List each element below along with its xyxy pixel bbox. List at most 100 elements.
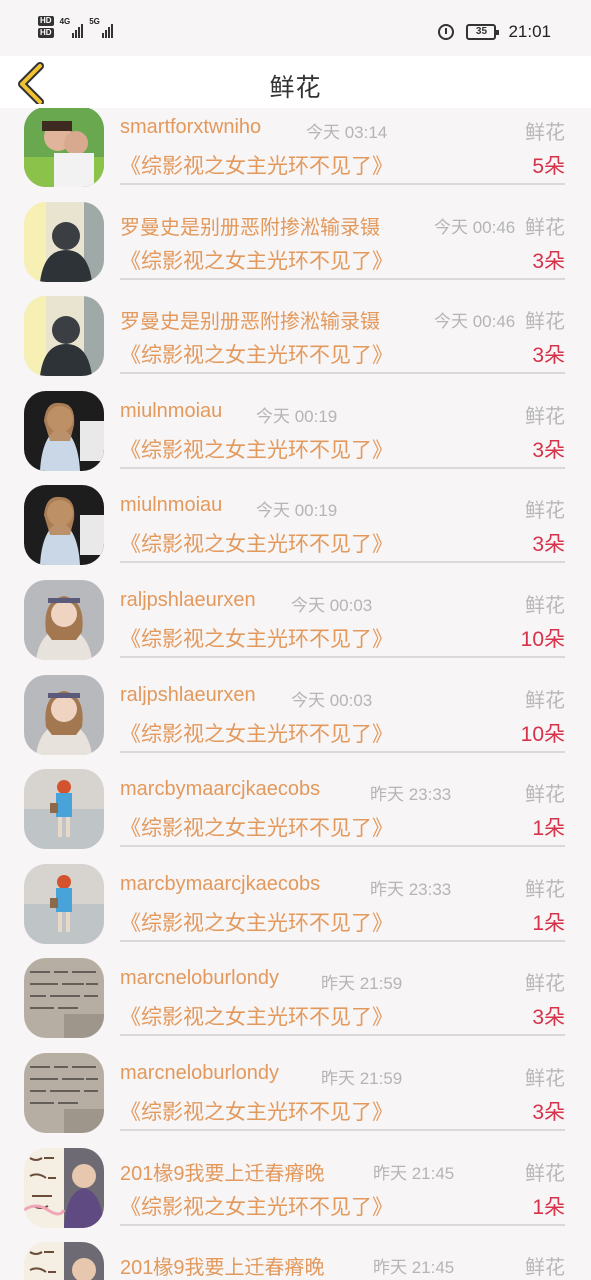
book-title[interactable]: 《综影视之女主光环不见了》 xyxy=(120,718,393,748)
divider xyxy=(120,1223,565,1226)
book-title[interactable]: 《综影视之女主光环不见了》 xyxy=(120,1001,393,1031)
battery-icon: 35 xyxy=(466,24,500,40)
avatar[interactable] xyxy=(24,296,104,377)
title-bar: 鲜花 xyxy=(0,56,591,108)
signal-indicators: HD HD 4G 5G xyxy=(38,16,113,50)
book-title[interactable]: 《综影视之女主光环不见了》 xyxy=(120,245,393,275)
timestamp: 今天 00:46 xyxy=(434,217,516,237)
divider xyxy=(120,845,565,848)
username[interactable]: 201椽9我要上迁春瘠晚 xyxy=(120,1251,325,1280)
username[interactable]: raljpshlaeurxen xyxy=(120,684,256,707)
username[interactable]: smartforxtwniho xyxy=(120,116,261,139)
gift-type-label: 鲜花 xyxy=(525,782,565,807)
hd-badge-1: HD xyxy=(38,16,54,26)
flower-count: 3朵 xyxy=(532,438,565,462)
page-title: 鲜花 xyxy=(269,73,322,102)
book-title[interactable]: 《综影视之女主光环不见了》 xyxy=(120,1096,393,1126)
status-bar: HD HD 4G 5G 35 21:01 xyxy=(0,0,591,56)
alarm-icon xyxy=(438,24,455,40)
username[interactable]: miulnmoiau xyxy=(120,400,222,423)
username[interactable]: 罗曼史是别册恶附掺淞输录镊 xyxy=(120,305,380,334)
list-item[interactable]: marcbymaarcjkaecobs 昨天 23:33 鲜花 《综影视之女主光环不见… xyxy=(0,754,591,850)
flower-count: 3朵 xyxy=(532,1006,565,1030)
username[interactable]: marcbymaarcjkaecobs xyxy=(120,873,320,896)
flower-count: 1朵 xyxy=(532,1195,565,1219)
avatar[interactable] xyxy=(24,863,104,944)
list-item[interactable]: smartforxtwniho 今天 03:14 鲜花 《综影视之女主光环不见了》 5朵 xyxy=(0,108,591,187)
gift-type-label: 鲜花 xyxy=(525,1255,565,1280)
flower-count: 3朵 xyxy=(532,344,565,368)
username[interactable]: 罗曼史是别册恶附掺淞输录镊 xyxy=(120,211,380,240)
avatar[interactable] xyxy=(24,579,104,660)
gift-type-label: 鲜花 xyxy=(525,214,565,239)
username[interactable]: marcbymaarcjkaecobs xyxy=(120,778,320,801)
gift-type-label: 鲜花 xyxy=(525,403,565,428)
gift-type-label: 鲜花 xyxy=(525,1160,565,1185)
timestamp: 今天 00:03 xyxy=(291,595,373,615)
gift-type-label: 鲜花 xyxy=(525,1065,565,1090)
book-title[interactable]: 《综影视之女主光环不见了》 xyxy=(120,150,393,180)
list-item[interactable]: 201椽9我要上迁春瘠晚 昨天 21:45 鲜花《综影视之女主光环不见了》 1朵 xyxy=(0,1133,591,1228)
divider xyxy=(120,466,565,469)
list-item[interactable]: 罗曼史是别册恶附掺淞输录镊 今天 00:46 鲜花 《综影视之女主光环不见了》 3朵 xyxy=(0,187,591,282)
list-item[interactable]: miulnmoiau 今天 00:19 鲜花 《综影视之女主光环不见了》 3朵 xyxy=(0,376,591,471)
avatar[interactable] xyxy=(24,1242,104,1280)
divider xyxy=(120,277,565,280)
book-title[interactable]: 《综影视之女主光环不见了》 xyxy=(120,528,393,558)
list-item[interactable]: raljpshlaeurxen 今天 00:03 鲜花《综影视之女主光环不见了》 10… xyxy=(0,660,591,755)
flower-gift-list[interactable]: smartforxtwniho 今天 03:14 鲜花 《综影视之女主光环不见了》 5朵… xyxy=(0,108,591,1280)
username[interactable]: miulnmoiau xyxy=(120,494,222,517)
flower-count: 1朵 xyxy=(532,911,565,935)
avatar[interactable] xyxy=(24,1147,104,1228)
gift-type-label: 鲜花 xyxy=(525,876,565,901)
avatar[interactable] xyxy=(24,1052,104,1133)
flower-count: 10朵 xyxy=(520,722,565,746)
book-title[interactable]: 《综影视之女主光环不见了》 xyxy=(120,907,393,937)
list-item[interactable]: marcneloburlondy 昨天 21:59 鲜花《综影视之女主光环不见了》 3… xyxy=(0,1038,591,1133)
list-item[interactable]: raljpshlaeurxen 今天 00:03 鲜花 《综影视之女主光环不见了》 10… xyxy=(0,565,591,660)
divider xyxy=(120,1128,565,1131)
username[interactable]: raljpshlaeurxen xyxy=(120,589,256,612)
list-item[interactable]: 201椽9我要上迁春瘠晚昨天 21:45鲜花《综影视之女主光环不见了》 xyxy=(0,1227,591,1280)
book-title[interactable]: 《综影视之女主光环不见了》 xyxy=(120,434,393,464)
username[interactable]: marcneloburlondy xyxy=(120,1062,279,1085)
flower-count: 5朵 xyxy=(532,155,565,178)
divider xyxy=(120,561,565,564)
avatar[interactable] xyxy=(24,108,104,187)
gift-type-label: 鲜花 xyxy=(525,309,565,334)
book-title[interactable]: 《综影视之女主光环不见了》 xyxy=(120,1191,393,1221)
timestamp: 昨天 21:59 xyxy=(321,974,403,994)
list-item[interactable]: marcneloburlondy 昨天 21:59 鲜花 《综影视之女主光环不见了》 3… xyxy=(0,943,591,1039)
timestamp: 今天 00:03 xyxy=(291,690,373,710)
username[interactable]: marcneloburlondy xyxy=(120,967,279,990)
timestamp: 昨天 21:45 xyxy=(373,1163,455,1183)
gift-type-label: 鲜花 xyxy=(525,687,565,712)
divider xyxy=(120,655,565,658)
flower-count: 1朵 xyxy=(532,817,565,841)
avatar[interactable] xyxy=(24,769,104,850)
book-title[interactable]: 《综影视之女主光环不见了》 xyxy=(120,623,393,653)
list-item[interactable]: marcbymaarcjkaecobs 昨天 23:33 鲜花 《综影视之女主光环不见… xyxy=(0,849,591,944)
hd-badge-2: HD xyxy=(38,28,54,38)
gift-type-label: 鲜花 xyxy=(525,498,565,523)
divider xyxy=(120,750,565,753)
divider xyxy=(120,372,565,375)
timestamp: 今天 03:14 xyxy=(306,123,388,142)
avatar[interactable] xyxy=(24,674,104,755)
avatar[interactable] xyxy=(24,485,104,566)
list-item[interactable]: 罗曼史是别册恶附掺淞输录镊 今天 00:46 鲜花《综影视之女主光环不见了》 3朵 xyxy=(0,281,591,377)
avatar[interactable] xyxy=(24,201,104,282)
username[interactable]: 201椽9我要上迁春瘠晚 xyxy=(120,1157,325,1186)
avatar[interactable] xyxy=(24,958,104,1039)
signal-icon-2: 5G xyxy=(89,16,113,38)
signal-icon-1: 4G xyxy=(60,16,84,38)
avatar[interactable] xyxy=(24,390,104,471)
timestamp: 今天 00:46 xyxy=(434,312,516,332)
clock-time: 21:01 xyxy=(508,22,551,41)
divider xyxy=(120,183,565,185)
list-item[interactable]: miulnmoiau 今天 00:19 鲜花 《综影视之女主光环不见了》 3朵 xyxy=(0,470,591,566)
book-title[interactable]: 《综影视之女主光环不见了》 xyxy=(120,812,393,842)
timestamp: 昨天 21:59 xyxy=(321,1068,403,1088)
book-title[interactable]: 《综影视之女主光环不见了》 xyxy=(120,339,393,369)
flower-count: 3朵 xyxy=(532,1100,565,1124)
